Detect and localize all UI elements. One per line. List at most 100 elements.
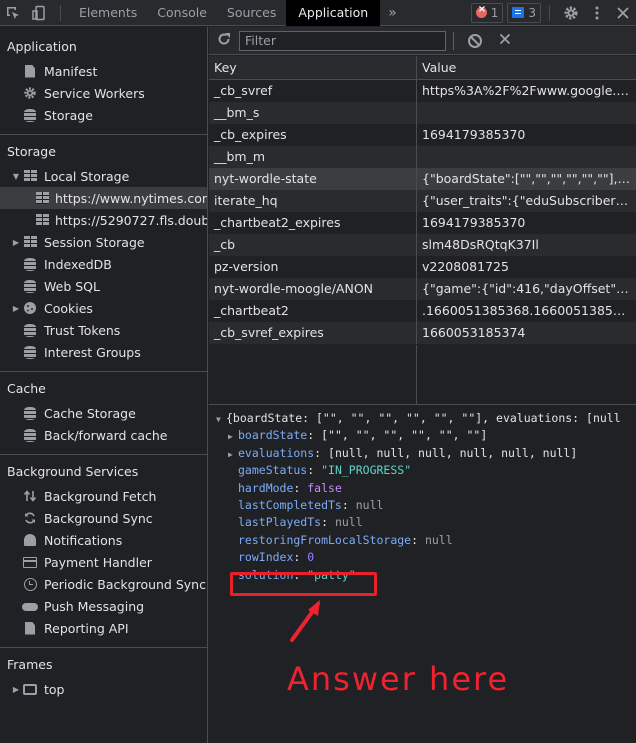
preview-summary[interactable]: ▼ {boardState: ["", "", "", "", "", ""], … — [216, 410, 636, 427]
table-row[interactable]: _chartbeat2.1660051385368.166005138536..… — [209, 300, 636, 322]
preview-property[interactable]: ▶ boardState: ["", "", "", "", "", ""] — [216, 427, 636, 444]
sidebar-item-web-sql[interactable]: Web SQL — [0, 275, 207, 297]
table-row[interactable]: _chartbeat2_expires 1694179385370 — [209, 212, 636, 234]
sidebar-item-label: IndexedDB — [44, 256, 112, 272]
database-icon — [22, 428, 38, 442]
device-toolbar-icon[interactable] — [26, 0, 52, 26]
cell-value[interactable]: {"game":{"id":416,"dayOffset":41... — [417, 278, 636, 300]
sidebar-item-storage[interactable]: Storage — [0, 104, 207, 126]
expand-arrow-icon[interactable]: ▼ — [10, 172, 22, 181]
cell-value[interactable]: slm48DsRQtqK37Il — [417, 234, 636, 256]
cell-value[interactable]: 1660053185374 — [417, 322, 636, 344]
cell-key[interactable]: _cb_svref_expires — [209, 322, 417, 344]
grid-icon — [36, 213, 49, 227]
grid-icon — [36, 191, 49, 205]
sidebar-item-local-storage[interactable]: ▼ Local Storage — [0, 165, 207, 187]
sidebar-item-interest-groups[interactable]: Interest Groups — [0, 341, 207, 363]
sidebar-item-background-fetch[interactable]: Background Fetch — [0, 485, 207, 507]
sidebar-item-frame-top[interactable]: ▶ top — [0, 678, 207, 700]
cell-key[interactable]: __bm_m — [209, 146, 417, 168]
sidebar-item-manifest[interactable]: Manifest — [0, 60, 207, 82]
sidebar-item-cache-storage[interactable]: Cache Storage — [0, 402, 207, 424]
table-row[interactable]: _cb_svref_expires 1660053185374 — [209, 322, 636, 344]
inspect-element-icon[interactable] — [0, 0, 26, 26]
table-row[interactable]: __bm_m — [209, 146, 636, 168]
cell-value[interactable]: {"user_traits":{"eduSubscriber":""... — [417, 190, 636, 212]
table-row[interactable]: nyt-wordle-state {"boardState":["","","",… — [209, 168, 636, 190]
cell-value[interactable]: https%3A%2F%2Fwww.google.c... — [417, 80, 636, 102]
database-icon — [22, 406, 38, 420]
expand-arrow-icon[interactable]: ▶ — [10, 238, 22, 247]
table-row[interactable]: _cb slm48DsRQtqK37Il — [209, 234, 636, 256]
expand-arrow-icon[interactable]: ▶ — [228, 446, 238, 463]
expand-arrow-icon[interactable]: ▶ — [228, 428, 238, 445]
error-count-badge[interactable]: 1 — [470, 2, 504, 23]
tab-elements[interactable]: Elements — [69, 0, 147, 26]
close-icon[interactable] — [610, 0, 636, 26]
cell-key[interactable]: iterate_hq — [209, 190, 417, 212]
cell-key[interactable]: nyt-wordle-moogle/ANON — [209, 278, 417, 300]
sidebar-item-label: Interest Groups — [44, 344, 141, 360]
cell-value[interactable]: .1660051385368.166005138536... — [417, 300, 636, 322]
cell-value[interactable] — [417, 102, 636, 124]
cell-value[interactable]: 1694179385370 — [417, 212, 636, 234]
cell-value[interactable] — [417, 146, 636, 168]
table-row[interactable]: _cb_expires 1694179385370 — [209, 124, 636, 146]
cell-key[interactable]: pz-version — [209, 256, 417, 278]
collapse-arrow-icon[interactable]: ▼ — [216, 411, 226, 428]
expand-arrow-icon[interactable]: ▶ — [10, 304, 22, 313]
column-header-value[interactable]: Value — [417, 56, 636, 79]
clear-all-icon[interactable] — [464, 33, 486, 49]
sidebar-item-label: Back/forward cache — [44, 427, 168, 443]
sidebar-item-periodic-background-sync[interactable]: Periodic Background Sync — [0, 573, 207, 595]
table-body: _cb_svref https%3A%2F%2Fwww.google.c... __… — [209, 80, 636, 344]
cell-value[interactable]: {"boardState":["","","","","",""],"ev... — [417, 168, 636, 190]
section-title-cache: Cache — [7, 381, 46, 396]
gear-icon[interactable] — [558, 0, 584, 26]
preview-property[interactable]: ▶ evaluations: [null, null, null, null, n… — [216, 445, 636, 462]
cell-key[interactable]: _cb — [209, 234, 417, 256]
filter-input[interactable] — [239, 30, 446, 51]
cell-key[interactable]: _chartbeat2_expires — [209, 212, 417, 234]
cell-key[interactable]: _cb_svref — [209, 80, 417, 102]
sidebar-item-service-workers[interactable]: Service Workers — [0, 82, 207, 104]
table-row[interactable]: iterate_hq {"user_traits":{"eduSubscriber… — [209, 190, 636, 212]
sidebar-item-reporting-api[interactable]: Reporting API — [0, 617, 207, 639]
tab-sources[interactable]: Sources — [217, 0, 286, 26]
cell-key[interactable]: _chartbeat2 — [209, 300, 417, 322]
sidebar-item-cookies[interactable]: ▶ Cookies — [0, 297, 207, 319]
expand-arrow-icon[interactable]: ▶ — [10, 685, 22, 694]
refresh-icon[interactable] — [209, 32, 239, 50]
cell-value[interactable]: 1694179385370 — [417, 124, 636, 146]
sync-icon — [22, 511, 38, 525]
section-title-storage: Storage — [7, 144, 56, 159]
table-row[interactable]: __bm_s — [209, 102, 636, 124]
cell-key[interactable]: __bm_s — [209, 102, 417, 124]
delete-selected-icon[interactable] — [494, 33, 516, 49]
section-divider — [0, 134, 207, 135]
cell-key[interactable]: nyt-wordle-state — [209, 168, 417, 190]
kebab-menu-icon[interactable] — [584, 0, 610, 26]
message-count-badge[interactable]: 3 — [507, 2, 541, 23]
section-title-frames: Frames — [7, 657, 53, 672]
sidebar-item-back-forward-cache[interactable]: Back/forward cache — [0, 424, 207, 446]
cell-value[interactable]: v2208081725 — [417, 256, 636, 278]
sidebar-item-notifications[interactable]: Notifications — [0, 529, 207, 551]
sidebar-item-indexeddb[interactable]: IndexedDB — [0, 253, 207, 275]
cell-key[interactable]: _cb_expires — [209, 124, 417, 146]
tab-console[interactable]: Console — [147, 0, 217, 26]
sidebar-item-local-nytimes[interactable]: https://www.nytimes.com — [0, 187, 207, 209]
sidebar-item-payment-handler[interactable]: Payment Handler — [0, 551, 207, 573]
column-header-key[interactable]: Key — [209, 56, 417, 79]
tab-application[interactable]: Application — [286, 0, 381, 26]
table-row[interactable]: nyt-wordle-moogle/ANON {"game":{"id":416,… — [209, 278, 636, 300]
table-row[interactable]: pz-version v2208081725 — [209, 256, 636, 278]
table-row[interactable]: _cb_svref https%3A%2F%2Fwww.google.c... — [209, 80, 636, 102]
sidebar-item-local-doubleclick[interactable]: https://5290727.fls.doubleclick.net — [0, 209, 207, 231]
sidebar-item-background-sync[interactable]: Background Sync — [0, 507, 207, 529]
sidebar-item-push-messaging[interactable]: Push Messaging — [0, 595, 207, 617]
devtools-toolbar: Elements Console Sources Application » 1… — [0, 0, 636, 26]
sidebar-item-trust-tokens[interactable]: Trust Tokens — [0, 319, 207, 341]
sidebar-item-session-storage[interactable]: ▶ Session Storage — [0, 231, 207, 253]
more-tabs-icon[interactable]: » — [380, 5, 405, 21]
